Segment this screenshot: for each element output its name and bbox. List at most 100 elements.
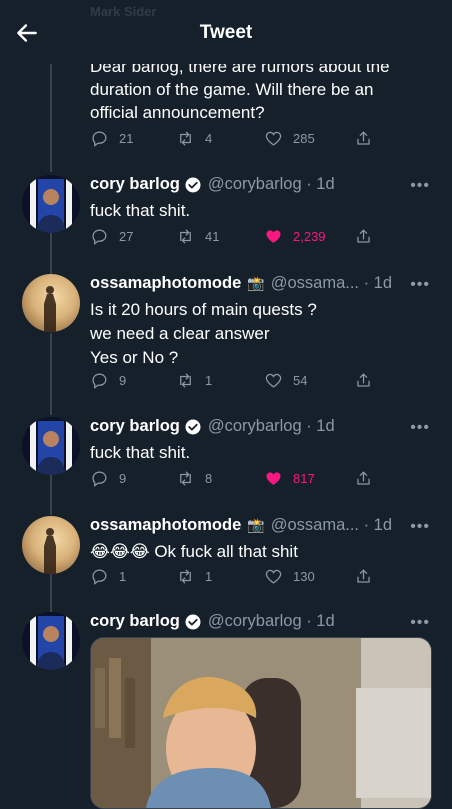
reply-count: 9 bbox=[119, 373, 127, 388]
thread-line bbox=[50, 475, 52, 515]
tweet-actions: 1 1 130 bbox=[90, 567, 390, 589]
thread-line bbox=[50, 232, 52, 274]
tweet-media-image[interactable] bbox=[90, 637, 432, 809]
tweet-actions: 9 8 817 bbox=[90, 469, 390, 491]
retweet-button[interactable]: 4 bbox=[176, 129, 212, 148]
retweet-button[interactable]: 41 bbox=[176, 227, 219, 246]
avatar[interactable] bbox=[22, 516, 80, 574]
header: Mark Sider Tweet bbox=[0, 0, 452, 64]
like-button[interactable]: 54 bbox=[264, 371, 307, 390]
tweet-actions: 9 1 54 bbox=[90, 371, 390, 393]
more-icon[interactable]: ••• bbox=[410, 518, 430, 536]
tweet-author[interactable]: ossamaphotomode 📸 @ossama... · 1d bbox=[90, 274, 392, 293]
share-button[interactable] bbox=[354, 227, 383, 246]
like-button[interactable]: 2,239 bbox=[264, 227, 326, 246]
tweet-author[interactable]: ossamaphotomode 📸 @ossama... · 1d bbox=[90, 516, 392, 535]
thread-line bbox=[50, 574, 52, 614]
like-count: 2,239 bbox=[293, 229, 326, 244]
author-name: cory barlog bbox=[90, 612, 180, 630]
verified-icon bbox=[185, 419, 201, 434]
author-handle: @corybarlog · 1d bbox=[207, 612, 335, 630]
author-handle: @ossama... · 1d bbox=[270, 516, 393, 534]
like-count: 130 bbox=[293, 569, 315, 584]
avatar[interactable] bbox=[22, 417, 80, 475]
retweet-icon bbox=[180, 471, 191, 486]
reply-count: 21 bbox=[119, 131, 134, 146]
tweet-actions: 27 41 2,239 bbox=[90, 227, 390, 249]
reply-count: 1 bbox=[119, 569, 127, 584]
reply-button[interactable]: 9 bbox=[90, 371, 126, 390]
reply-icon bbox=[92, 131, 107, 147]
camera-emoji-icon: 📸 bbox=[247, 275, 265, 291]
tweet-author[interactable]: cory barlog @corybarlog · 1d bbox=[90, 175, 335, 194]
like-count: 54 bbox=[293, 373, 308, 388]
author-name: ossamaphotomode bbox=[90, 274, 242, 292]
author-name: cory barlog bbox=[90, 175, 180, 193]
like-button[interactable]: 817 bbox=[264, 469, 315, 488]
reply-icon bbox=[92, 229, 107, 245]
avatar[interactable] bbox=[22, 274, 80, 332]
heart-icon bbox=[265, 569, 282, 584]
thread-line bbox=[50, 60, 52, 172]
more-icon[interactable]: ••• bbox=[410, 276, 430, 294]
more-icon[interactable]: ••• bbox=[410, 419, 430, 437]
retweet-count: 4 bbox=[205, 131, 213, 146]
tweet-text: Is it 20 hours of main quests ? we need … bbox=[90, 300, 317, 367]
avatar[interactable] bbox=[22, 612, 80, 670]
reply-button[interactable]: 9 bbox=[90, 469, 126, 488]
heart-icon bbox=[266, 472, 281, 485]
share-button[interactable] bbox=[354, 129, 383, 148]
tweet-text: fuck that shit. bbox=[90, 443, 191, 462]
page-title: Tweet bbox=[199, 22, 253, 43]
reply-count: 9 bbox=[119, 471, 127, 486]
reply-button[interactable]: 27 bbox=[90, 227, 133, 246]
like-count: 285 bbox=[293, 131, 315, 146]
reply-count: 27 bbox=[119, 229, 134, 244]
retweet-icon bbox=[180, 131, 191, 146]
share-icon bbox=[357, 569, 370, 583]
tweet-author[interactable]: cory barlog @corybarlog · 1d bbox=[90, 417, 335, 436]
more-icon[interactable]: ••• bbox=[410, 614, 430, 632]
author-handle: @ossama... · 1d bbox=[270, 274, 393, 292]
reply-button[interactable]: 1 bbox=[90, 567, 126, 586]
reply-icon bbox=[92, 569, 107, 585]
verified-icon bbox=[185, 177, 201, 192]
tweet-text: fuck that shit. bbox=[90, 201, 191, 220]
tweet-actions: 21 4 285 bbox=[90, 129, 390, 151]
share-icon bbox=[357, 373, 370, 387]
ghost-header-text: Mark Sider bbox=[90, 4, 157, 19]
share-icon bbox=[357, 229, 370, 243]
like-button[interactable]: 130 bbox=[264, 567, 315, 586]
heart-icon bbox=[265, 131, 282, 146]
heart-icon bbox=[265, 373, 282, 388]
share-button[interactable] bbox=[354, 469, 383, 488]
share-button[interactable] bbox=[354, 567, 383, 586]
share-button[interactable] bbox=[354, 371, 383, 390]
author-handle: @corybarlog · 1d bbox=[207, 417, 335, 435]
retweet-count: 1 bbox=[205, 373, 213, 388]
retweet-count: 1 bbox=[205, 569, 213, 584]
retweet-count: 8 bbox=[205, 471, 213, 486]
like-button[interactable]: 285 bbox=[264, 129, 315, 148]
like-count: 817 bbox=[293, 471, 315, 486]
share-icon bbox=[357, 471, 370, 485]
retweet-button[interactable]: 1 bbox=[176, 567, 212, 586]
share-icon bbox=[357, 131, 370, 145]
retweet-count: 41 bbox=[205, 229, 220, 244]
retweet-icon bbox=[180, 229, 191, 244]
tweet-author[interactable]: cory barlog @corybarlog · 1d bbox=[90, 612, 335, 631]
author-name: cory barlog bbox=[90, 417, 180, 435]
avatar[interactable] bbox=[22, 175, 80, 233]
retweet-icon bbox=[180, 569, 191, 584]
more-icon[interactable]: ••• bbox=[410, 177, 430, 195]
reply-icon bbox=[92, 471, 107, 487]
verified-icon bbox=[185, 614, 201, 629]
camera-emoji-icon: 📸 bbox=[247, 517, 265, 533]
retweet-button[interactable]: 1 bbox=[176, 371, 212, 390]
thread-line bbox=[50, 333, 52, 415]
retweet-button[interactable]: 8 bbox=[176, 469, 212, 488]
tweet-text: Dear barlog, there are rumors about the … bbox=[90, 57, 390, 122]
heart-icon bbox=[266, 230, 281, 243]
reply-button[interactable]: 21 bbox=[90, 129, 133, 148]
author-handle: @corybarlog · 1d bbox=[207, 175, 335, 193]
